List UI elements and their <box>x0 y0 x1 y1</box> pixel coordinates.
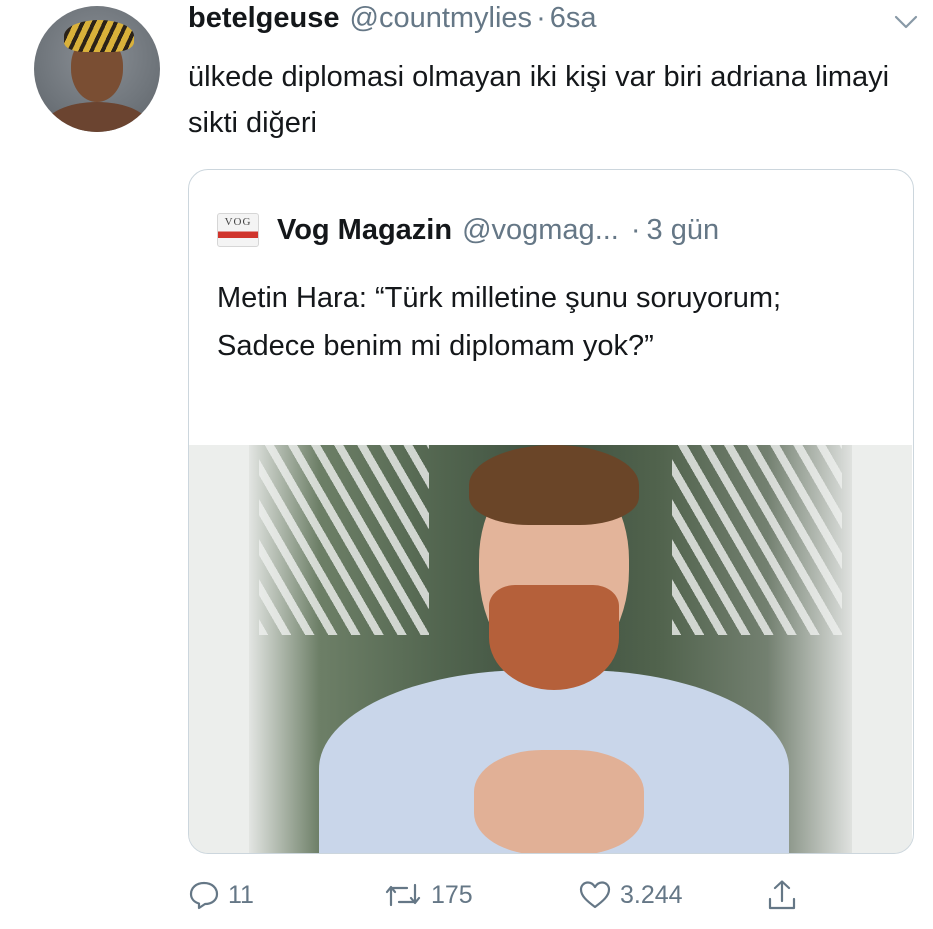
photo-arch-right <box>672 445 842 635</box>
avatar-hair <box>64 20 134 52</box>
photo-pillar-right <box>852 445 912 853</box>
quoted-text: Metin Hara: “Türk milletine şunu soruyor… <box>217 282 782 362</box>
photo-arch-left <box>259 445 429 635</box>
quoted-author-handle: @vogmag... <box>462 213 619 246</box>
quoted-author-name: Vog Magazin <box>277 213 453 246</box>
magazine-logo: VOG <box>217 213 259 247</box>
quoted-time: 3 gün <box>646 213 720 246</box>
reply-button[interactable]: 11 <box>188 870 254 920</box>
author-name[interactable]: betelgeuse <box>188 2 340 35</box>
photo-person-hands <box>474 750 644 853</box>
separator: · <box>536 2 546 34</box>
tweet-actions: 11 175 3.244 <box>0 870 933 920</box>
quoted-photo[interactable] <box>189 445 912 853</box>
chevron-down-icon[interactable] <box>893 12 919 32</box>
photo-pillar-left <box>189 445 249 853</box>
reply-icon <box>189 881 219 910</box>
share-button[interactable] <box>765 870 807 920</box>
quoted-separator: · <box>630 213 641 246</box>
like-button[interactable]: 3.244 <box>578 870 683 920</box>
like-icon <box>579 881 611 909</box>
author-handle[interactable]: @countmylies <box>350 2 533 35</box>
quoted-tweet[interactable]: VOG Vog Magazin @vogmag... · 3 gün Metin… <box>188 169 914 854</box>
retweet-count: 175 <box>431 880 473 909</box>
logo-text: VOG <box>224 216 252 228</box>
avatar[interactable] <box>34 6 160 132</box>
retweet-icon <box>385 883 421 907</box>
photo-person-beard <box>489 585 619 690</box>
photo-person-hair <box>469 445 639 525</box>
avatar-shoulders <box>44 102 150 132</box>
share-icon <box>768 880 796 910</box>
tweet-text: ülkede diplomasi olmayan iki kişi var bi… <box>188 61 890 139</box>
reply-count: 11 <box>228 880 254 909</box>
tweet-time[interactable]: 6sa <box>550 2 597 35</box>
like-count: 3.244 <box>620 880 683 909</box>
tweet-header: betelgeuse @countmylies · 6sa <box>188 2 597 42</box>
quoted-header: VOG Vog Magazin @vogmag... · 3 gün <box>217 210 719 250</box>
retweet-button[interactable]: 175 <box>383 870 473 920</box>
